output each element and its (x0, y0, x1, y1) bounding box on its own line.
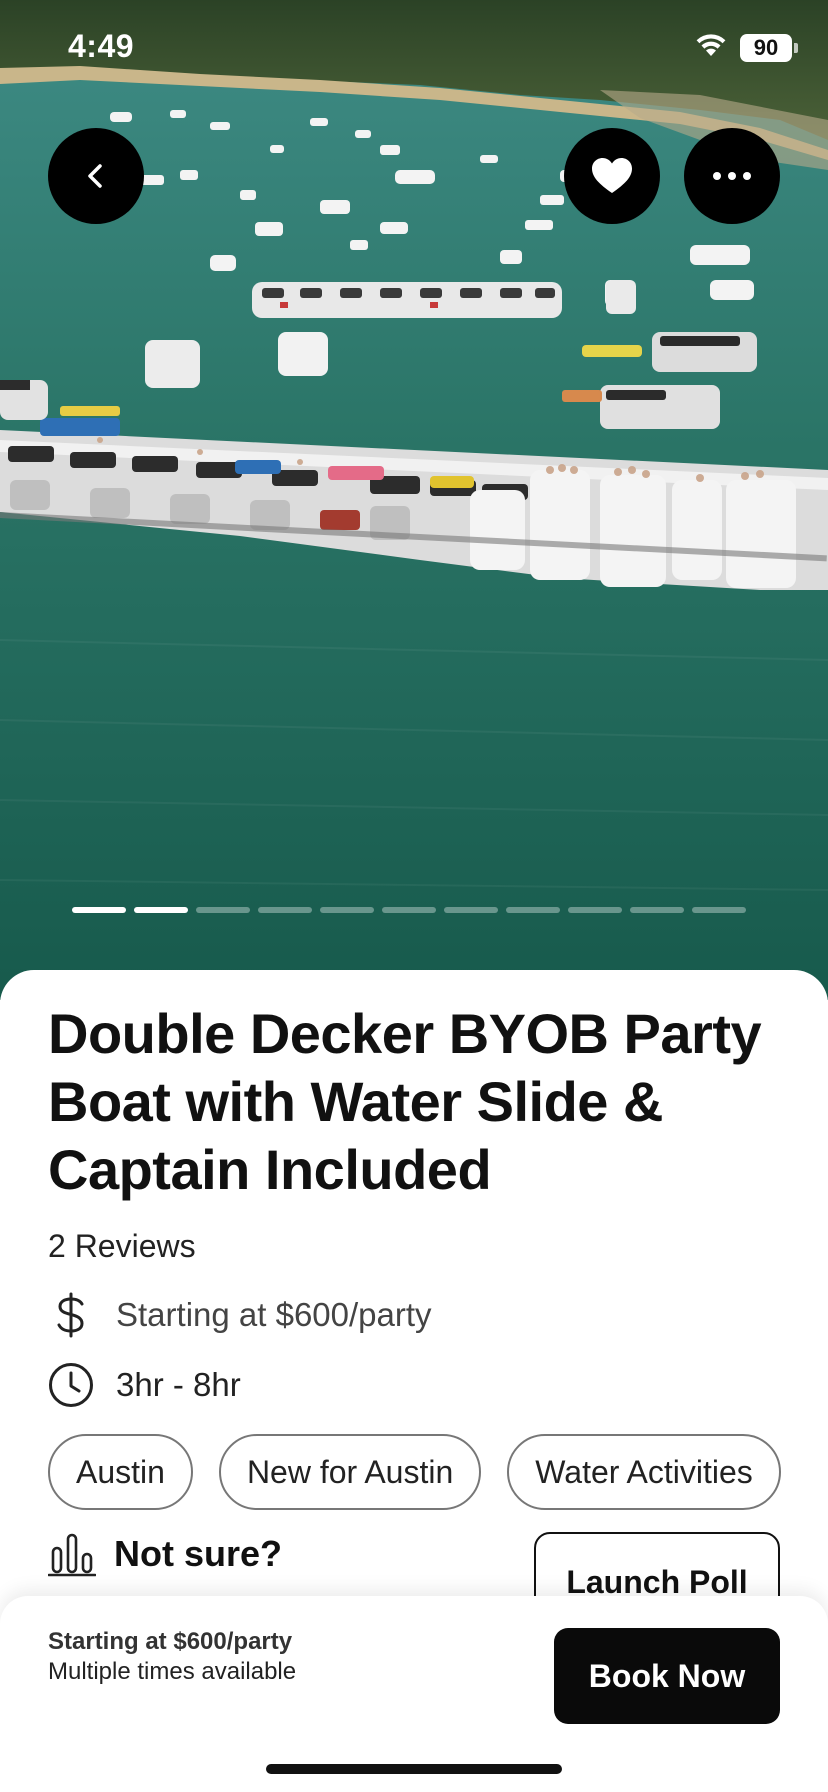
duration-text: 3hr - 8hr (116, 1366, 241, 1403)
battery-icon: 90 (740, 33, 798, 62)
wifi-icon (694, 32, 728, 63)
tag-chip[interactable]: Austin (48, 1434, 193, 1510)
more-options-button[interactable] (684, 128, 780, 224)
status-icons: 90 (694, 32, 798, 63)
pagination-dot[interactable] (568, 907, 622, 913)
pagination-dot[interactable] (630, 907, 684, 913)
pagination-dot[interactable] (72, 907, 126, 913)
tag-chip[interactable]: New for Austin (218, 1434, 482, 1510)
pagination-dot[interactable] (134, 907, 188, 913)
status-time: 4:49 (68, 28, 135, 64)
bar-chart-icon (47, 1530, 97, 1578)
duration-row: 3hr - 8hr (48, 1362, 241, 1408)
back-button[interactable] (48, 128, 144, 224)
clock-icon (48, 1362, 94, 1408)
favorite-button[interactable] (564, 128, 660, 224)
chevron-left-icon (88, 164, 102, 188)
price-text: Starting at $600/party (116, 1296, 432, 1333)
pagination-dot[interactable] (444, 907, 498, 913)
home-indicator[interactable] (266, 1764, 562, 1774)
tag-list: Austin New for Austin Water Activities (48, 1434, 781, 1510)
pagination-dot[interactable] (196, 907, 250, 913)
reviews-link[interactable]: 2 Reviews (48, 1228, 196, 1265)
dollar-icon (48, 1292, 94, 1338)
book-now-button[interactable]: Book Now (554, 1628, 780, 1724)
availability-text: Multiple times available (48, 1658, 297, 1685)
photo-pagination[interactable] (72, 907, 746, 913)
poll-row: Not sure? (47, 1530, 283, 1578)
poll-title: Not sure? (114, 1533, 283, 1574)
bottom-price: Starting at $600/party (48, 1628, 293, 1655)
pagination-dot[interactable] (382, 907, 436, 913)
more-horizontal-icon (713, 172, 751, 180)
pagination-dot[interactable] (320, 907, 374, 913)
pagination-dot[interactable] (692, 907, 746, 913)
tag-chip[interactable]: Water Activities (507, 1434, 781, 1510)
pagination-dot[interactable] (506, 907, 560, 913)
pagination-dot[interactable] (258, 907, 312, 913)
heart-icon (592, 158, 632, 193)
listing-title: Double Decker BYOB Party Boat with Water… (48, 1002, 762, 1201)
price-row: Starting at $600/party (48, 1292, 432, 1338)
